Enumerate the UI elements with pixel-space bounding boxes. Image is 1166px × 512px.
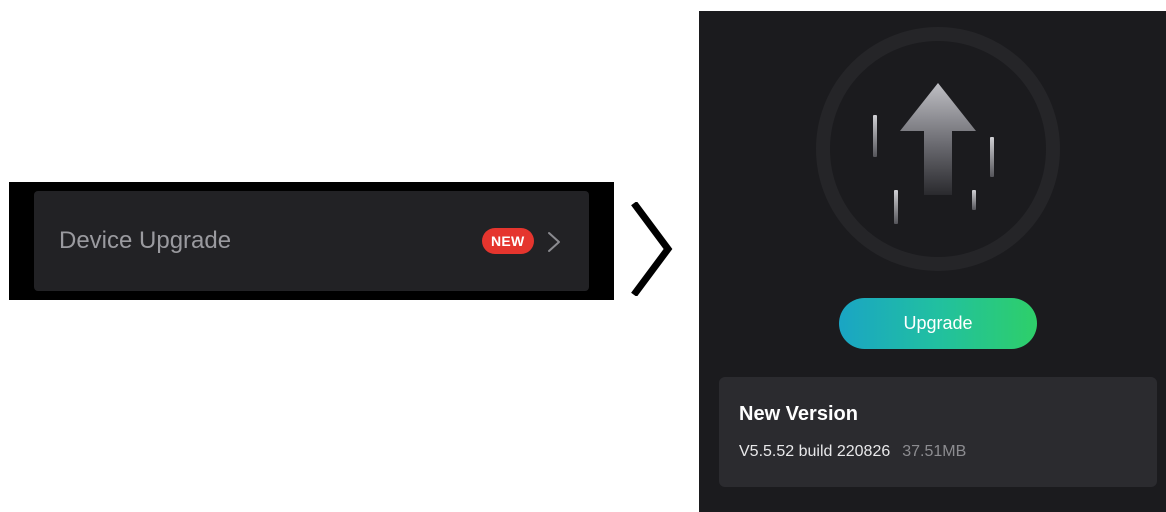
version-number: V5.5.52 build 220826 (739, 443, 891, 460)
file-size: 37.51MB (902, 443, 967, 460)
new-badge: NEW (482, 228, 534, 254)
upgrade-button[interactable]: Upgrade (839, 298, 1037, 349)
device-upgrade-label: Device Upgrade (59, 227, 232, 254)
upgrade-arrow-icon (816, 27, 1060, 271)
chevron-right-icon (548, 232, 560, 252)
device-upgrade-row[interactable]: Device Upgrade NEW (34, 191, 589, 291)
version-card: New Version V5.5.52 build 220826 37.51MB (719, 377, 1157, 487)
settings-panel: Device Upgrade NEW (9, 182, 614, 300)
version-info: V5.5.52 build 220826 37.51MB (739, 443, 966, 461)
upgrade-screen: Upgrade New Version V5.5.52 build 220826… (699, 11, 1166, 512)
version-title: New Version (739, 403, 858, 425)
transition-chevron-icon (631, 202, 673, 296)
